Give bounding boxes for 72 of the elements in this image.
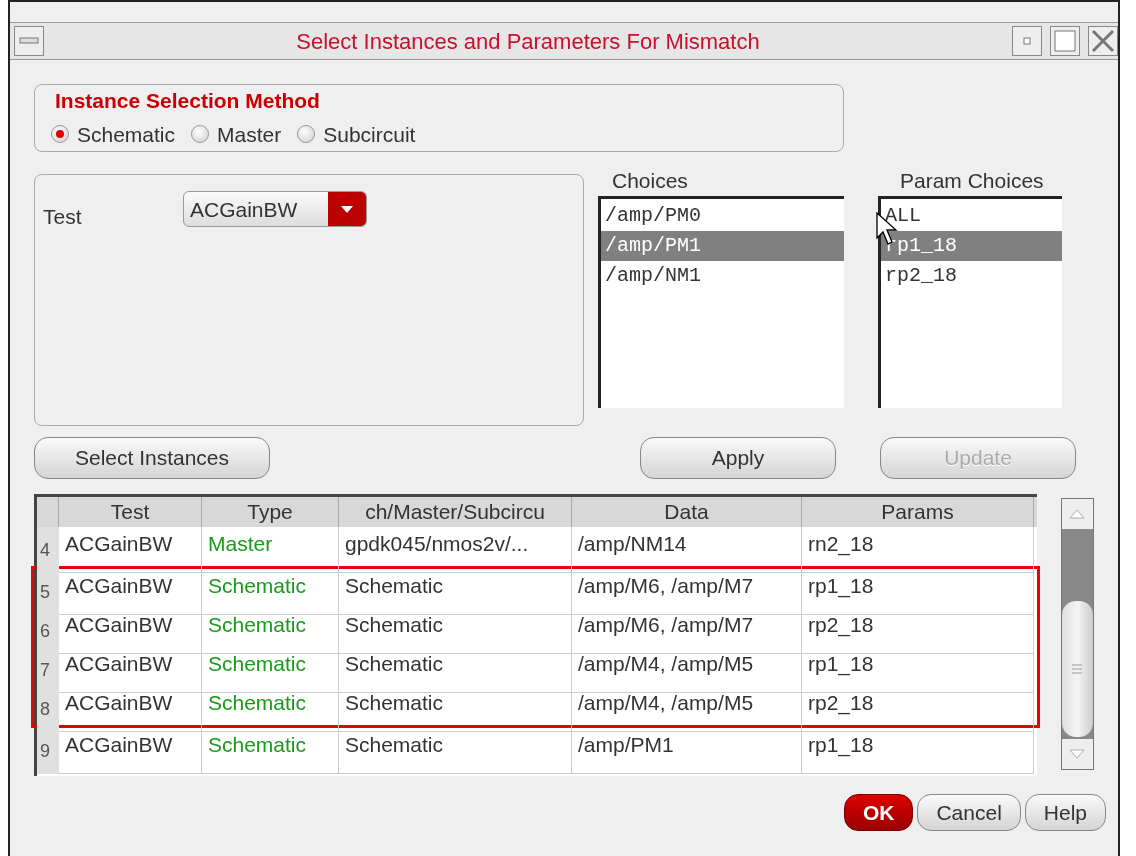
close-button[interactable] bbox=[1088, 26, 1118, 56]
dialog-button[interactable]: Cancel bbox=[917, 794, 1021, 832]
apply-button[interactable]: Apply bbox=[640, 437, 836, 479]
radio-button[interactable] bbox=[297, 125, 316, 144]
table-cell: rp2_18 bbox=[802, 686, 1034, 732]
radio-label[interactable]: Schematic bbox=[77, 118, 176, 150]
table-cell: rp2_18 bbox=[802, 608, 1034, 654]
table-cell: Schematic bbox=[339, 608, 572, 654]
caret-icon bbox=[340, 204, 354, 214]
table-cell: Schematic bbox=[339, 686, 572, 732]
list-item[interactable]: /amp/PM0 bbox=[601, 201, 844, 231]
dialog-button[interactable]: Help bbox=[1024, 794, 1106, 832]
table-cell: ACGainBW bbox=[59, 647, 202, 693]
table-cell: ACGainBW bbox=[59, 569, 202, 615]
maximize-icon bbox=[1054, 30, 1076, 52]
table-cell: Schematic bbox=[202, 569, 339, 615]
table-cell: ACGainBW bbox=[59, 686, 202, 732]
table-cell: gpdk045/nmos2v/... bbox=[339, 527, 572, 573]
table-cell: ACGainBW bbox=[59, 608, 202, 654]
table-cell: rp1_18 bbox=[802, 569, 1034, 615]
table-cell: Schematic bbox=[202, 647, 339, 693]
list-title: Param Choices bbox=[900, 168, 1045, 194]
table-cell: /amp/M6, /amp/M7 bbox=[572, 569, 802, 615]
table-cell: ACGainBW bbox=[59, 527, 202, 573]
table-cell: rp1_18 bbox=[802, 728, 1034, 774]
list-item[interactable]: /amp/PM1 bbox=[601, 231, 844, 261]
scrollbar-thumb[interactable] bbox=[1061, 601, 1093, 737]
column-header[interactable]: Test bbox=[59, 497, 202, 527]
table-cell: Schematic bbox=[339, 569, 572, 615]
table-cell: /amp/PM1 bbox=[572, 728, 802, 774]
table-cell: /amp/M4, /amp/M5 bbox=[572, 686, 802, 732]
choices-list[interactable]: /amp/PM0 /amp/PM1 /amp/NM1 bbox=[598, 196, 844, 408]
table-cell: ACGainBW bbox=[59, 728, 202, 774]
test-label: Test bbox=[43, 204, 83, 230]
radio-button[interactable] bbox=[51, 125, 69, 144]
table-cell: /amp/M6, /amp/M7 bbox=[572, 608, 802, 654]
window-title: Select Instances and Parameters For Mismatch bbox=[295, 27, 761, 56]
table-cell: Master bbox=[202, 527, 339, 573]
list-title: Choices bbox=[612, 168, 689, 194]
column-header[interactable]: ch/Master/Subcircu bbox=[339, 497, 572, 527]
radio-label[interactable]: Subcircuit bbox=[323, 118, 416, 150]
scroll-down-icon bbox=[1069, 749, 1086, 759]
menu-icon bbox=[19, 37, 39, 45]
table-cell: Schematic bbox=[339, 647, 572, 693]
table-cell: /amp/M4, /amp/M5 bbox=[572, 647, 802, 693]
table-cell: Schematic bbox=[339, 728, 572, 774]
table-cell: rp1_18 bbox=[802, 647, 1034, 693]
list-item[interactable]: rp2_18 bbox=[881, 261, 1062, 291]
test-dropdown[interactable]: ACGainBW bbox=[183, 191, 367, 227]
window-menu-button[interactable] bbox=[14, 26, 44, 56]
close-icon bbox=[1091, 29, 1115, 53]
minimize-icon bbox=[1022, 36, 1032, 46]
grip-icon bbox=[1071, 663, 1084, 675]
scroll-up-icon bbox=[1069, 509, 1086, 519]
table-cell: Schematic bbox=[202, 728, 339, 774]
table-cell: Schematic bbox=[202, 608, 339, 654]
table-cell: /amp/NM14 bbox=[572, 527, 802, 573]
minimize-button[interactable] bbox=[1012, 26, 1042, 56]
table-cell: rn2_18 bbox=[802, 527, 1034, 573]
maximize-button[interactable] bbox=[1050, 26, 1080, 56]
radio-label[interactable]: Master bbox=[217, 118, 282, 150]
list-item[interactable]: /amp/NM1 bbox=[601, 261, 844, 291]
table-cell: Schematic bbox=[202, 686, 339, 732]
column-header[interactable]: Params bbox=[802, 497, 1034, 527]
column-header[interactable]: Data bbox=[572, 497, 802, 527]
scrollbar[interactable] bbox=[1060, 498, 1094, 770]
param-choices-list[interactable]: ALL rp1_18 rp2_18 bbox=[878, 196, 1062, 408]
radio-button[interactable] bbox=[191, 125, 210, 144]
column-header[interactable]: Type bbox=[202, 497, 339, 527]
list-item[interactable]: rp1_18 bbox=[881, 231, 1062, 261]
select-instances-button[interactable]: Select Instances bbox=[34, 437, 270, 479]
dialog-button[interactable]: OK bbox=[843, 794, 914, 832]
